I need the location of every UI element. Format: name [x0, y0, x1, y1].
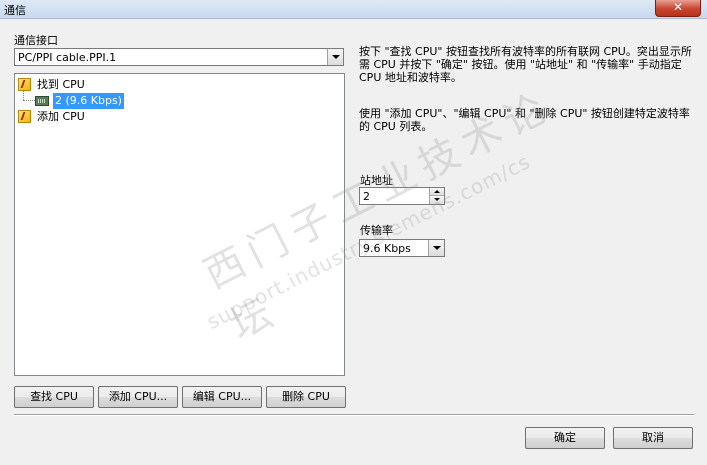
- tree-item-label: 找到 CPU: [37, 78, 85, 91]
- baud-rate-label: 传输率: [360, 224, 393, 237]
- ok-button[interactable]: 确定: [525, 427, 605, 449]
- cpu-tree[interactable]: 找到 CPU 2 (9.6 Kbps) 添加 CPU: [14, 73, 345, 376]
- add-cpu-button[interactable]: 添加 CPU...: [98, 386, 178, 408]
- station-address-value: 2: [363, 190, 370, 203]
- divider: [14, 414, 694, 416]
- help-text-search: 按下 "查找 CPU" 按钮查找所有波特率的所有联网 CPU。突出显示所需 CP…: [359, 45, 692, 84]
- tree-item-label: 2 (9.6 Kbps): [53, 93, 124, 109]
- delete-cpu-button[interactable]: 删除 CPU: [266, 386, 346, 408]
- chevron-down-icon[interactable]: [428, 240, 444, 256]
- folder-lightning-icon: [18, 110, 31, 123]
- help-text-list: 使用 "添加 CPU"、"编辑 CPU" 和 "删除 CPU" 按钮创建特定波特…: [359, 107, 690, 133]
- port-select-value: PC/PPI cable.PPI.1: [18, 51, 117, 64]
- edit-cpu-button[interactable]: 编辑 CPU...: [182, 386, 262, 408]
- close-button[interactable]: ✕: [655, 0, 701, 17]
- baud-rate-value: 9.6 Kbps: [363, 242, 411, 255]
- folder-lightning-icon: [18, 78, 31, 91]
- cancel-button[interactable]: 取消: [613, 427, 693, 449]
- station-address-label: 站地址: [360, 174, 393, 187]
- plc-device-icon: [35, 96, 49, 106]
- spin-down-icon[interactable]: [430, 196, 444, 204]
- station-address-stepper[interactable]: 2: [359, 187, 445, 205]
- title-bar: 通信 ✕: [0, 0, 707, 19]
- chevron-down-icon[interactable]: [327, 49, 343, 65]
- stepper-buttons: [429, 188, 444, 204]
- tree-item-label: 添加 CPU: [37, 110, 85, 123]
- close-icon: ✕: [672, 0, 684, 14]
- tree-connector: [23, 100, 35, 101]
- port-label: 通信接口: [14, 34, 58, 47]
- find-cpu-button[interactable]: 查找 CPU: [14, 386, 94, 408]
- window-title: 通信: [4, 4, 26, 17]
- baud-rate-select[interactable]: 9.6 Kbps: [359, 239, 445, 257]
- spin-up-icon[interactable]: [430, 188, 444, 196]
- port-select[interactable]: PC/PPI cable.PPI.1: [14, 48, 344, 66]
